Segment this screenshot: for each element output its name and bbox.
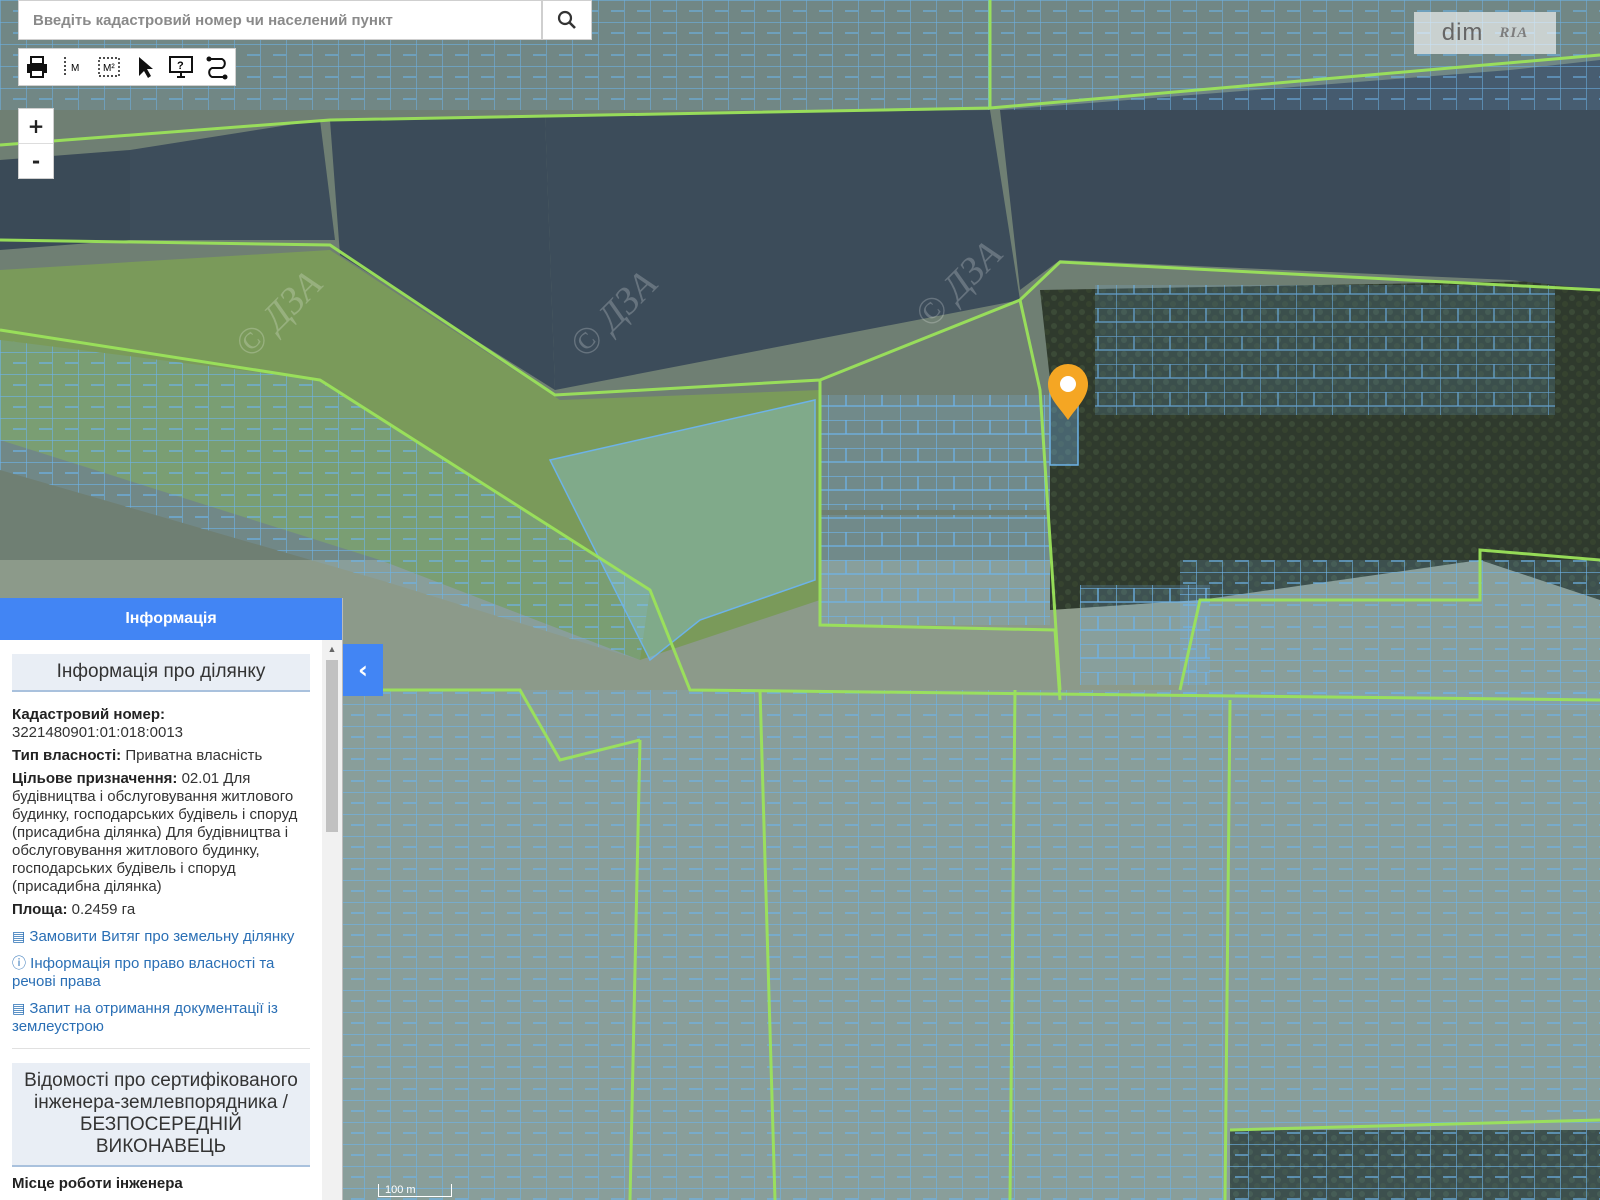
info-panel-body: Інформація про ділянку Кадастровий номер… (0, 640, 322, 1200)
dimria-logo: dim RIA (1414, 12, 1556, 54)
zoom-control: + - (18, 108, 54, 179)
measure-area-unit-label: M² (103, 63, 115, 74)
zoom-in-button[interactable]: + (19, 109, 53, 143)
select-button[interactable] (127, 49, 163, 85)
measure-unit-label: M (71, 63, 79, 74)
order-extract-label: Замовити Витяг про земельну ділянку (29, 928, 295, 945)
measure-distance-button[interactable]: M (55, 49, 91, 85)
scrollbar-thumb[interactable] (326, 660, 338, 832)
purpose-value: 02.01 Для будівництва і обслуговування ж… (12, 770, 298, 895)
measure-line-icon: M (64, 57, 79, 77)
collapse-panel-button[interactable]: ‹ (343, 644, 383, 696)
ownership-label: Тип власності: (12, 747, 122, 764)
search-box (18, 0, 542, 40)
ownership-value: Приватна власність (125, 747, 263, 764)
chevron-left-icon: ‹ (358, 656, 368, 684)
list-icon: ▤ (12, 928, 26, 944)
purpose-field: Цільове призначення: 02.01 Для будівницт… (12, 770, 310, 896)
cadastral-number-field: Кадастровий номер: 3221480901:01:018:001… (12, 706, 310, 742)
info-circle-icon: ⓘ (12, 955, 26, 971)
search-input[interactable] (19, 1, 541, 39)
search-button[interactable] (542, 0, 592, 40)
info-panel: Інформація Інформація про ділянку Кадаст… (0, 598, 343, 1200)
route-icon (206, 56, 228, 80)
area-field: Площа: 0.2459 га (12, 901, 310, 919)
measure-area-icon: M² (98, 57, 120, 77)
ownership-rights-link[interactable]: ⓘ Інформація про право власності та речо… (12, 954, 310, 991)
svg-text:?: ? (177, 60, 184, 72)
request-docs-link[interactable]: ▤ Запит на отримання документації із зем… (12, 999, 310, 1036)
engineer-info-title: Відомості про сертифікованого інженера-з… (12, 1063, 310, 1167)
cadastral-number-label: Кадастровий номер: (12, 706, 166, 723)
info-panel-header: Інформація (0, 598, 342, 640)
scroll-up-icon[interactable]: ▲ (322, 640, 342, 656)
search-icon (557, 10, 576, 29)
print-button[interactable] (19, 49, 55, 85)
scale-bar: 100 m (378, 1184, 452, 1197)
info-monitor-icon: ? (169, 56, 193, 78)
measure-area-button[interactable]: M² (91, 49, 127, 85)
map-toolbar: M M² ? (18, 48, 236, 86)
print-icon (27, 56, 47, 78)
engineer-work-label: Місце роботи інженера (12, 1175, 183, 1192)
cadastral-number-value: 3221480901:01:018:0013 (12, 724, 184, 741)
ownership-rights-label: Інформація про право власності та речові… (12, 955, 275, 990)
logo-text: dim (1441, 19, 1484, 46)
info-panel-scrollbar[interactable]: ▲ (322, 640, 342, 1200)
ownership-field: Тип власності: Приватна власність (12, 747, 310, 765)
list-icon: ▤ (12, 1000, 26, 1016)
zoom-out-button[interactable]: - (19, 143, 53, 178)
engineer-work-field: Місце роботи інженера (12, 1175, 310, 1193)
area-value: 0.2459 га (71, 901, 136, 918)
area-label: Площа: (12, 901, 68, 918)
select-pointer-icon (139, 57, 153, 78)
divider (12, 1048, 310, 1049)
order-extract-link[interactable]: ▤ Замовити Витяг про земельну ділянку (12, 927, 310, 946)
route-button[interactable] (199, 49, 235, 85)
request-docs-label: Запит на отримання документації із земле… (12, 1000, 278, 1035)
parcel-info-title: Інформація про ділянку (12, 654, 310, 692)
info-button[interactable]: ? (163, 49, 199, 85)
purpose-label: Цільове призначення: (12, 770, 178, 787)
logo-sub: RIA (1499, 24, 1529, 41)
